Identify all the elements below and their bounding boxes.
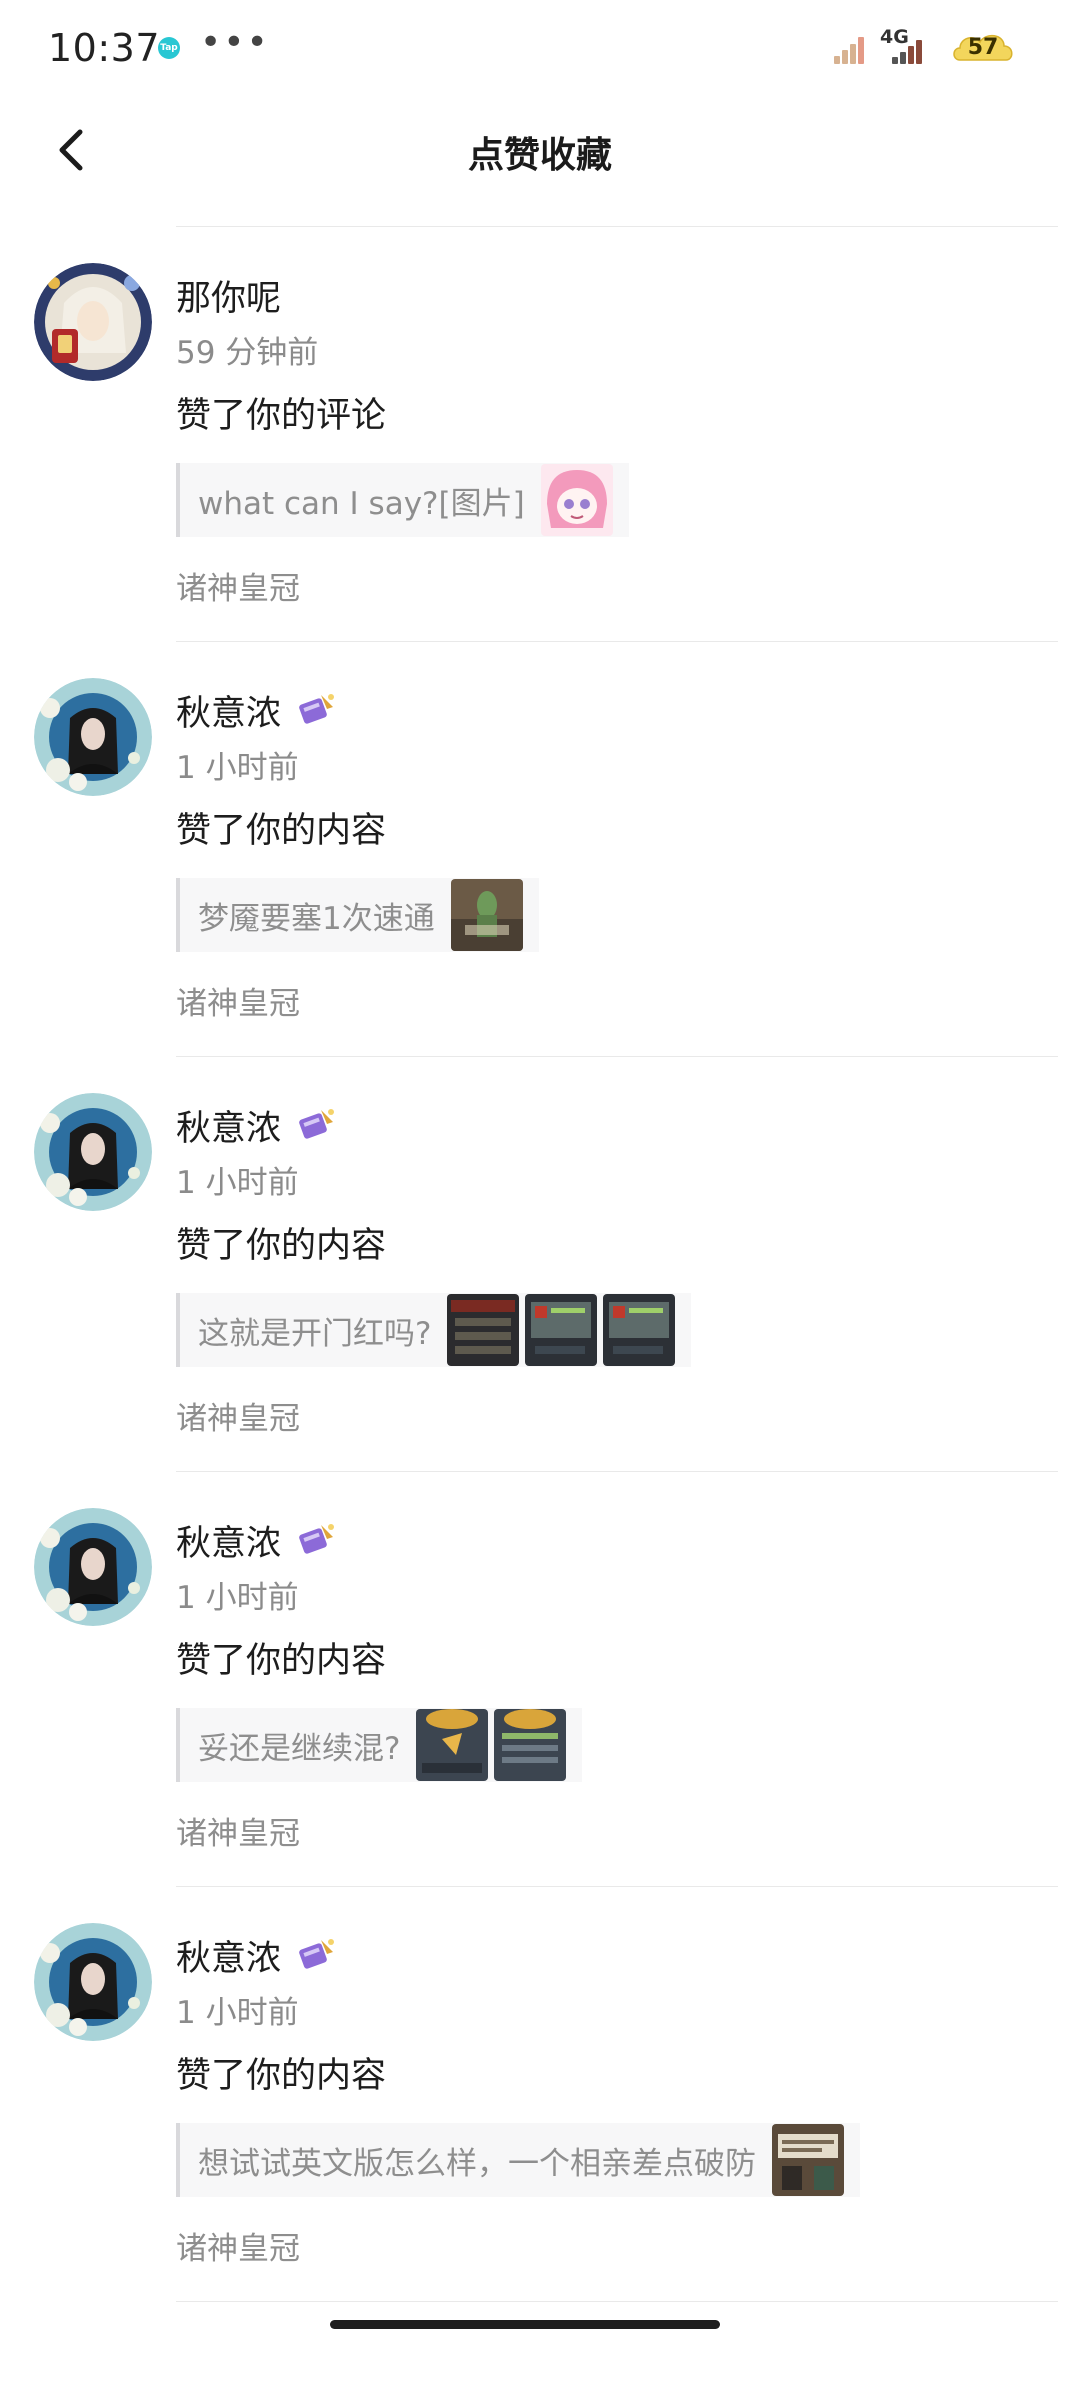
image-thumbnail[interactable] xyxy=(447,1294,520,1366)
action-text: 赞了你的内容 xyxy=(176,2056,387,2096)
image-thumbnail[interactable] xyxy=(450,879,523,951)
source-label[interactable]: 诸神皇冠 xyxy=(176,563,300,608)
page-title: 点赞收藏 xyxy=(467,135,612,176)
name-row: 秋意浓 xyxy=(176,1512,339,1568)
notification-item[interactable]: 那你呢 59 分钟前 赞了你的评论 what can I say?[图片] 诸神… xyxy=(0,227,1080,642)
battery-level: 57 xyxy=(967,35,999,60)
source-label[interactable]: 诸神皇冠 xyxy=(176,978,300,1023)
signal-icon xyxy=(834,34,864,64)
action-text: 赞了你的评论 xyxy=(176,396,387,436)
user-name[interactable]: 秋意浓 xyxy=(176,1930,281,1981)
quoted-content[interactable]: 梦魇要塞1次速通 xyxy=(176,878,539,952)
user-name[interactable]: 秋意浓 xyxy=(176,1515,281,1566)
divider xyxy=(176,2301,1058,2302)
tap-app-icon: Tap xyxy=(158,37,180,59)
badge-icon xyxy=(299,694,335,724)
image-thumbnail[interactable] xyxy=(603,1294,676,1366)
user-name[interactable]: 那你呢 xyxy=(176,270,281,321)
notification-item[interactable]: 秋意浓 1 小时前 赞了你的内容 想试试英文版怎么样，一个相亲差点破防 诸神皇冠 xyxy=(0,1887,1080,2302)
notification-item[interactable]: 秋意浓 1 小时前 赞了你的内容 这就是开门红吗? 诸神皇冠 xyxy=(0,1057,1080,1472)
status-time: 10:37 xyxy=(48,26,161,70)
quoted-content[interactable]: 妥还是继续混? xyxy=(176,1708,583,1782)
action-text: 赞了你的内容 xyxy=(176,1226,387,1266)
notification-item[interactable]: 秋意浓 1 小时前 赞了你的内容 妥还是继续混? 诸神皇冠 xyxy=(0,1472,1080,1887)
timestamp: 1 小时前 xyxy=(176,1580,299,1616)
user-name[interactable]: 秋意浓 xyxy=(176,1100,281,1151)
name-row: 秋意浓 xyxy=(176,682,339,738)
quote-text: 梦魇要塞1次速通 xyxy=(198,900,435,937)
sticker-thumbnail[interactable] xyxy=(540,464,613,536)
badge-icon xyxy=(299,1109,335,1139)
badge-icon xyxy=(299,1524,335,1554)
notification-list: 那你呢 59 分钟前 赞了你的评论 what can I say?[图片] 诸神… xyxy=(0,227,1080,2302)
source-label[interactable]: 诸神皇冠 xyxy=(176,1808,300,1853)
notification-item[interactable]: 秋意浓 1 小时前 赞了你的内容 梦魇要塞1次速通 诸神皇冠 xyxy=(0,642,1080,1057)
image-thumbnail[interactable] xyxy=(416,1709,489,1781)
quote-text: 这就是开门红吗? xyxy=(198,1315,432,1352)
image-thumbnail[interactable] xyxy=(772,2124,844,2196)
cellular-signal-icon xyxy=(892,38,922,64)
status-bar: 10:37 Tap ••• 4G 57 xyxy=(0,0,1080,96)
avatar[interactable] xyxy=(34,263,152,381)
battery-icon: 57 xyxy=(950,30,1016,66)
image-thumbnail[interactable] xyxy=(494,1709,567,1781)
user-name[interactable]: 秋意浓 xyxy=(176,685,281,736)
timestamp: 59 分钟前 xyxy=(176,335,319,371)
action-text: 赞了你的内容 xyxy=(176,811,387,851)
avatar[interactable] xyxy=(34,1923,152,2041)
name-row: 秋意浓 xyxy=(176,1927,339,1983)
source-label[interactable]: 诸神皇冠 xyxy=(176,2223,300,2268)
source-label[interactable]: 诸神皇冠 xyxy=(176,1393,300,1438)
action-text: 赞了你的内容 xyxy=(176,1641,387,1681)
quoted-content[interactable]: what can I say?[图片] xyxy=(176,463,629,537)
badge-icon xyxy=(299,1939,335,1969)
quote-text: 想试试英文版怎么样，一个相亲差点破防 xyxy=(198,2145,756,2182)
timestamp: 1 小时前 xyxy=(176,1995,299,2031)
status-indicators: 4G 57 xyxy=(834,26,1024,68)
timestamp: 1 小时前 xyxy=(176,1165,299,1201)
avatar[interactable] xyxy=(34,1508,152,1626)
quoted-content[interactable]: 这就是开门红吗? xyxy=(176,1293,692,1367)
quoted-content[interactable]: 想试试英文版怎么样，一个相亲差点破防 xyxy=(176,2123,860,2197)
timestamp: 1 小时前 xyxy=(176,750,299,786)
name-row: 秋意浓 xyxy=(176,1097,339,1153)
avatar[interactable] xyxy=(34,678,152,796)
quote-text: what can I say?[图片] xyxy=(198,485,525,522)
image-thumbnail[interactable] xyxy=(525,1294,598,1366)
avatar[interactable] xyxy=(34,1093,152,1211)
header: 点赞收藏 xyxy=(0,96,1080,226)
status-more-icon: ••• xyxy=(200,22,270,63)
quote-text: 妥还是继续混? xyxy=(198,1730,401,1767)
name-row: 那你呢 xyxy=(176,267,281,323)
home-indicator[interactable] xyxy=(330,2320,720,2329)
